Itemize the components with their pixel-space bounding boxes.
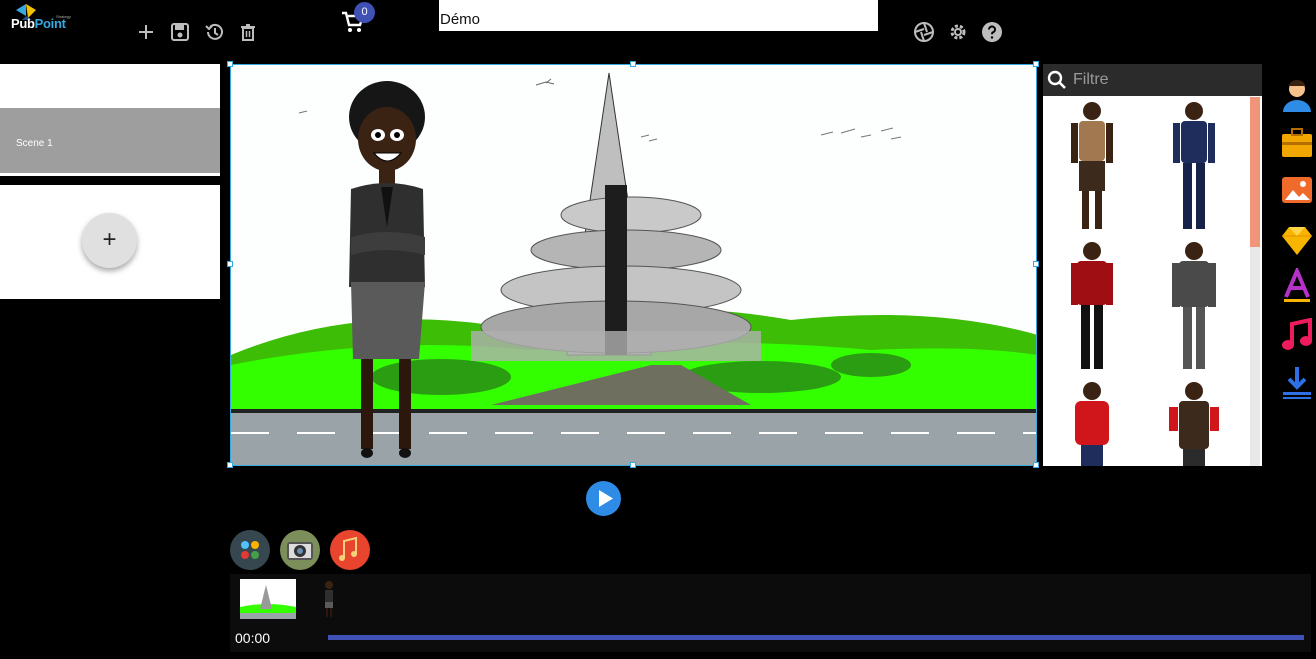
pubpoint-logo[interactable]: PubPoint Strategy	[8, 2, 78, 38]
resize-handle[interactable]	[630, 61, 636, 67]
resize-handle[interactable]	[1033, 61, 1039, 67]
palette-icon	[241, 541, 259, 559]
resize-handle[interactable]	[1033, 462, 1039, 468]
scrollbar-thumb[interactable]	[1250, 97, 1260, 247]
music-icon[interactable]	[1280, 317, 1314, 354]
timeline-scene-thumbnail[interactable]	[240, 579, 296, 619]
filter-input[interactable]	[1073, 68, 1253, 92]
asset-scrollbar[interactable]	[1250, 97, 1260, 466]
aperture-icon[interactable]	[913, 21, 935, 43]
search-icon	[1047, 70, 1066, 89]
shape-icon[interactable]	[1280, 222, 1314, 258]
timeline-character-thumbnail[interactable]	[323, 580, 335, 618]
tab-layers[interactable]	[230, 530, 270, 570]
gear-icon[interactable]	[947, 21, 969, 43]
timeline-time: 00:00	[235, 630, 271, 646]
filter-bar	[1043, 64, 1262, 96]
download-icon[interactable]	[1280, 365, 1314, 401]
delete-icon[interactable]	[237, 21, 259, 43]
camera-icon	[287, 542, 313, 560]
scene-canvas[interactable]	[230, 64, 1037, 466]
logo-text-left: Pub	[11, 16, 35, 31]
image-icon[interactable]	[1280, 172, 1314, 208]
add-scene-button[interactable]: +	[82, 213, 137, 268]
save-icon[interactable]	[169, 21, 191, 43]
history-icon[interactable]	[203, 21, 225, 43]
editor-window: PubPoint Strategy 0 Scene 1 +	[0, 0, 1316, 659]
music-notes-icon	[339, 536, 357, 561]
character-thumbnail[interactable]	[1057, 379, 1127, 514]
timeline-panel: 00:00	[230, 574, 1311, 652]
character-thumbnail[interactable]	[1159, 239, 1229, 374]
help-icon[interactable]	[981, 21, 1003, 43]
logo-tagline: Strategy	[56, 14, 71, 19]
cart-count-badge: 0	[354, 2, 375, 23]
asset-library-panel	[1043, 64, 1262, 466]
scene-item[interactable]: Scene 1	[0, 108, 220, 176]
play-icon	[599, 490, 613, 507]
toolbox-icon[interactable]	[1280, 125, 1314, 161]
resize-handle[interactable]	[630, 462, 636, 468]
resize-handle[interactable]	[227, 61, 233, 67]
stage-character[interactable]	[341, 77, 431, 462]
add-icon[interactable]	[135, 21, 157, 43]
resize-handle[interactable]	[227, 462, 233, 468]
play-button[interactable]	[586, 481, 621, 516]
scenes-header	[0, 64, 220, 108]
text-icon[interactable]	[1280, 265, 1314, 304]
character-thumbnail[interactable]	[1057, 99, 1127, 234]
tab-audio[interactable]	[330, 530, 370, 570]
resize-handle[interactable]	[1033, 261, 1039, 267]
character-thumbnail[interactable]	[1159, 379, 1229, 514]
scenes-panel: Scene 1 +	[0, 64, 220, 299]
project-title-input[interactable]	[439, 0, 878, 31]
character-thumbnail[interactable]	[1057, 239, 1127, 374]
timeline-track[interactable]	[328, 635, 1304, 640]
character-icon[interactable]	[1280, 77, 1314, 113]
character-thumbnail[interactable]	[1159, 99, 1229, 234]
add-scene-area: +	[0, 185, 220, 299]
tab-camera[interactable]	[280, 530, 320, 570]
resize-handle[interactable]	[227, 261, 233, 267]
